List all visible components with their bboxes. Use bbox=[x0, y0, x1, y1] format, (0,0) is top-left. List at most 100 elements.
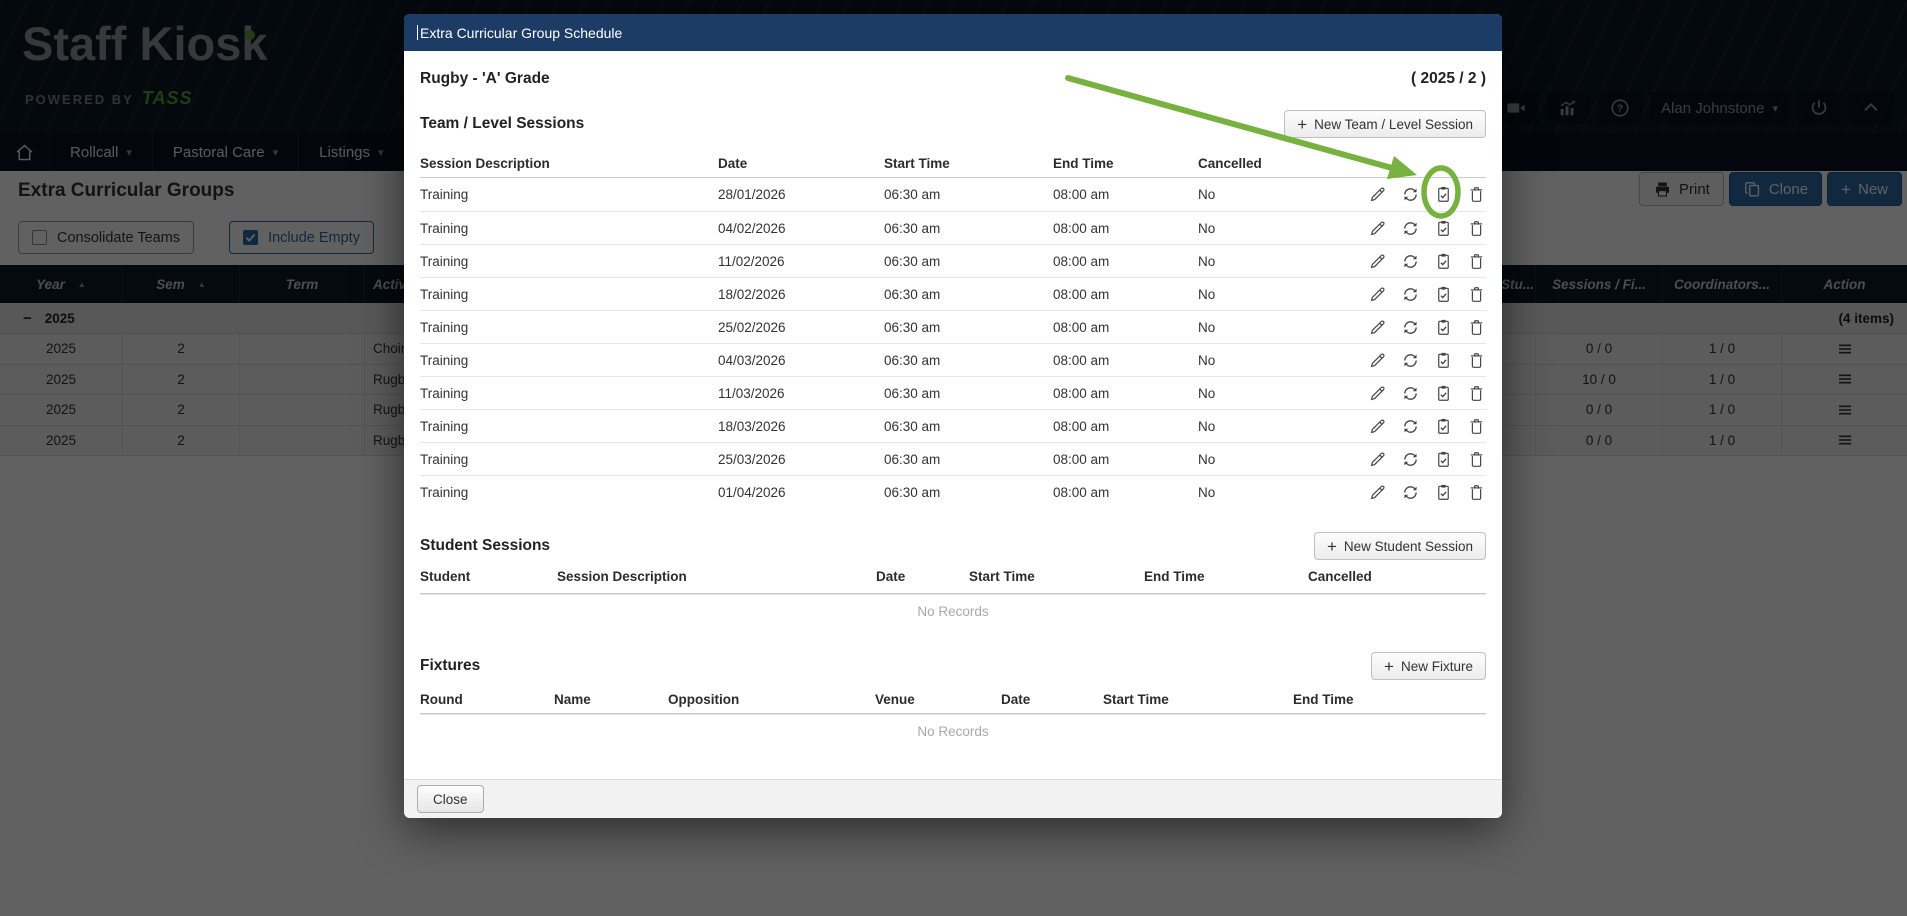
col-session-description: Session Description bbox=[420, 156, 718, 171]
attendance-icon[interactable] bbox=[1434, 384, 1453, 403]
attendance-icon[interactable] bbox=[1434, 450, 1453, 469]
row-actions bbox=[1350, 417, 1486, 436]
attendance-icon[interactable] bbox=[1434, 318, 1453, 337]
repeat-icon[interactable] bbox=[1401, 483, 1420, 502]
team-session-row: Training11/02/202606:30 am08:00 amNo bbox=[420, 244, 1486, 277]
session-start-time: 06:30 am bbox=[884, 187, 1053, 202]
repeat-icon[interactable] bbox=[1401, 450, 1420, 469]
row-actions bbox=[1350, 285, 1486, 304]
session-start-time: 06:30 am bbox=[884, 353, 1053, 368]
repeat-icon[interactable] bbox=[1401, 417, 1420, 436]
session-description: Training bbox=[420, 386, 718, 401]
delete-icon[interactable] bbox=[1467, 219, 1486, 238]
session-start-time: 06:30 am bbox=[884, 485, 1053, 500]
fixtures-table: Round Name Opposition Venue Date Start T… bbox=[420, 686, 1486, 748]
session-start-time: 06:30 am bbox=[884, 320, 1053, 335]
new-student-session-button[interactable]: + New Student Session bbox=[1314, 532, 1486, 560]
edit-icon[interactable] bbox=[1368, 219, 1387, 238]
repeat-icon[interactable] bbox=[1401, 285, 1420, 304]
repeat-icon[interactable] bbox=[1401, 384, 1420, 403]
session-cancelled: No bbox=[1198, 287, 1350, 302]
row-actions bbox=[1350, 384, 1486, 403]
delete-icon[interactable] bbox=[1467, 417, 1486, 436]
team-sessions-heading: Team / Level Sessions bbox=[420, 115, 584, 133]
session-description: Training bbox=[420, 452, 718, 467]
col-start-time: Start Time bbox=[884, 156, 1053, 171]
row-actions bbox=[1350, 351, 1486, 370]
student-sessions-heading: Student Sessions bbox=[420, 537, 550, 555]
session-start-time: 06:30 am bbox=[884, 221, 1053, 236]
team-session-row: Training18/02/202606:30 am08:00 amNo bbox=[420, 277, 1486, 310]
team-session-row: Training01/04/202606:30 am08:00 amNo bbox=[420, 475, 1486, 508]
attendance-icon[interactable] bbox=[1434, 185, 1453, 204]
delete-icon[interactable] bbox=[1467, 318, 1486, 337]
delete-icon[interactable] bbox=[1467, 252, 1486, 271]
col-round: Round bbox=[420, 692, 554, 707]
edit-icon[interactable] bbox=[1368, 285, 1387, 304]
modal-body: Rugby - 'A' Grade ( 2025 / 2 ) Team / Le… bbox=[404, 51, 1502, 779]
session-end-time: 08:00 am bbox=[1053, 452, 1198, 467]
session-end-time: 08:00 am bbox=[1053, 320, 1198, 335]
attendance-icon[interactable] bbox=[1434, 285, 1453, 304]
repeat-icon[interactable] bbox=[1401, 219, 1420, 238]
attendance-icon[interactable] bbox=[1434, 417, 1453, 436]
attendance-icon[interactable] bbox=[1434, 483, 1453, 502]
attendance-icon[interactable] bbox=[1434, 252, 1453, 271]
edit-icon[interactable] bbox=[1368, 417, 1387, 436]
col-name: Name bbox=[554, 692, 668, 707]
new-team-session-label: New Team / Level Session bbox=[1314, 117, 1473, 132]
delete-icon[interactable] bbox=[1467, 185, 1486, 204]
col-start-time: Start Time bbox=[1103, 692, 1293, 707]
repeat-icon[interactable] bbox=[1401, 351, 1420, 370]
edit-icon[interactable] bbox=[1368, 384, 1387, 403]
session-end-time: 08:00 am bbox=[1053, 221, 1198, 236]
team-session-row: Training04/03/202606:30 am08:00 amNo bbox=[420, 343, 1486, 376]
delete-icon[interactable] bbox=[1467, 483, 1486, 502]
edit-icon[interactable] bbox=[1368, 318, 1387, 337]
edit-icon[interactable] bbox=[1368, 252, 1387, 271]
delete-icon[interactable] bbox=[1467, 351, 1486, 370]
fixtures-empty: No Records bbox=[420, 714, 1486, 748]
session-cancelled: No bbox=[1198, 386, 1350, 401]
session-description: Training bbox=[420, 320, 718, 335]
col-cancelled: Cancelled bbox=[1308, 569, 1486, 584]
delete-icon[interactable] bbox=[1467, 384, 1486, 403]
delete-icon[interactable] bbox=[1467, 450, 1486, 469]
session-end-time: 08:00 am bbox=[1053, 485, 1198, 500]
edit-icon[interactable] bbox=[1368, 483, 1387, 502]
session-start-time: 06:30 am bbox=[884, 452, 1053, 467]
close-button[interactable]: Close bbox=[417, 785, 484, 813]
repeat-icon[interactable] bbox=[1401, 318, 1420, 337]
col-date: Date bbox=[876, 569, 969, 584]
session-date: 04/03/2026 bbox=[718, 353, 884, 368]
row-actions bbox=[1350, 252, 1486, 271]
edit-icon[interactable] bbox=[1368, 185, 1387, 204]
col-date: Date bbox=[1001, 692, 1103, 707]
edit-icon[interactable] bbox=[1368, 351, 1387, 370]
repeat-icon[interactable] bbox=[1401, 252, 1420, 271]
edit-icon[interactable] bbox=[1368, 450, 1387, 469]
session-start-time: 06:30 am bbox=[884, 254, 1053, 269]
session-description: Training bbox=[420, 187, 718, 202]
col-venue: Venue bbox=[875, 692, 1001, 707]
row-actions bbox=[1350, 483, 1486, 502]
delete-icon[interactable] bbox=[1467, 285, 1486, 304]
session-cancelled: No bbox=[1198, 485, 1350, 500]
attendance-icon[interactable] bbox=[1434, 351, 1453, 370]
col-start-time: Start Time bbox=[969, 569, 1144, 584]
session-cancelled: No bbox=[1198, 353, 1350, 368]
session-end-time: 08:00 am bbox=[1053, 254, 1198, 269]
team-session-row: Training18/03/202606:30 am08:00 amNo bbox=[420, 409, 1486, 442]
new-fixture-label: New Fixture bbox=[1401, 659, 1473, 674]
group-period: ( 2025 / 2 ) bbox=[1411, 70, 1486, 88]
new-fixture-button[interactable]: + New Fixture bbox=[1371, 652, 1486, 680]
modal-footer: Close bbox=[404, 779, 1502, 818]
schedule-modal: Extra Curricular Group Schedule Rugby - … bbox=[404, 14, 1502, 818]
row-actions bbox=[1350, 219, 1486, 238]
session-description: Training bbox=[420, 485, 718, 500]
repeat-icon[interactable] bbox=[1401, 185, 1420, 204]
text-cursor bbox=[417, 25, 418, 40]
new-team-session-button[interactable]: + New Team / Level Session bbox=[1284, 110, 1486, 138]
attendance-icon[interactable] bbox=[1434, 219, 1453, 238]
col-student: Student bbox=[420, 569, 557, 584]
